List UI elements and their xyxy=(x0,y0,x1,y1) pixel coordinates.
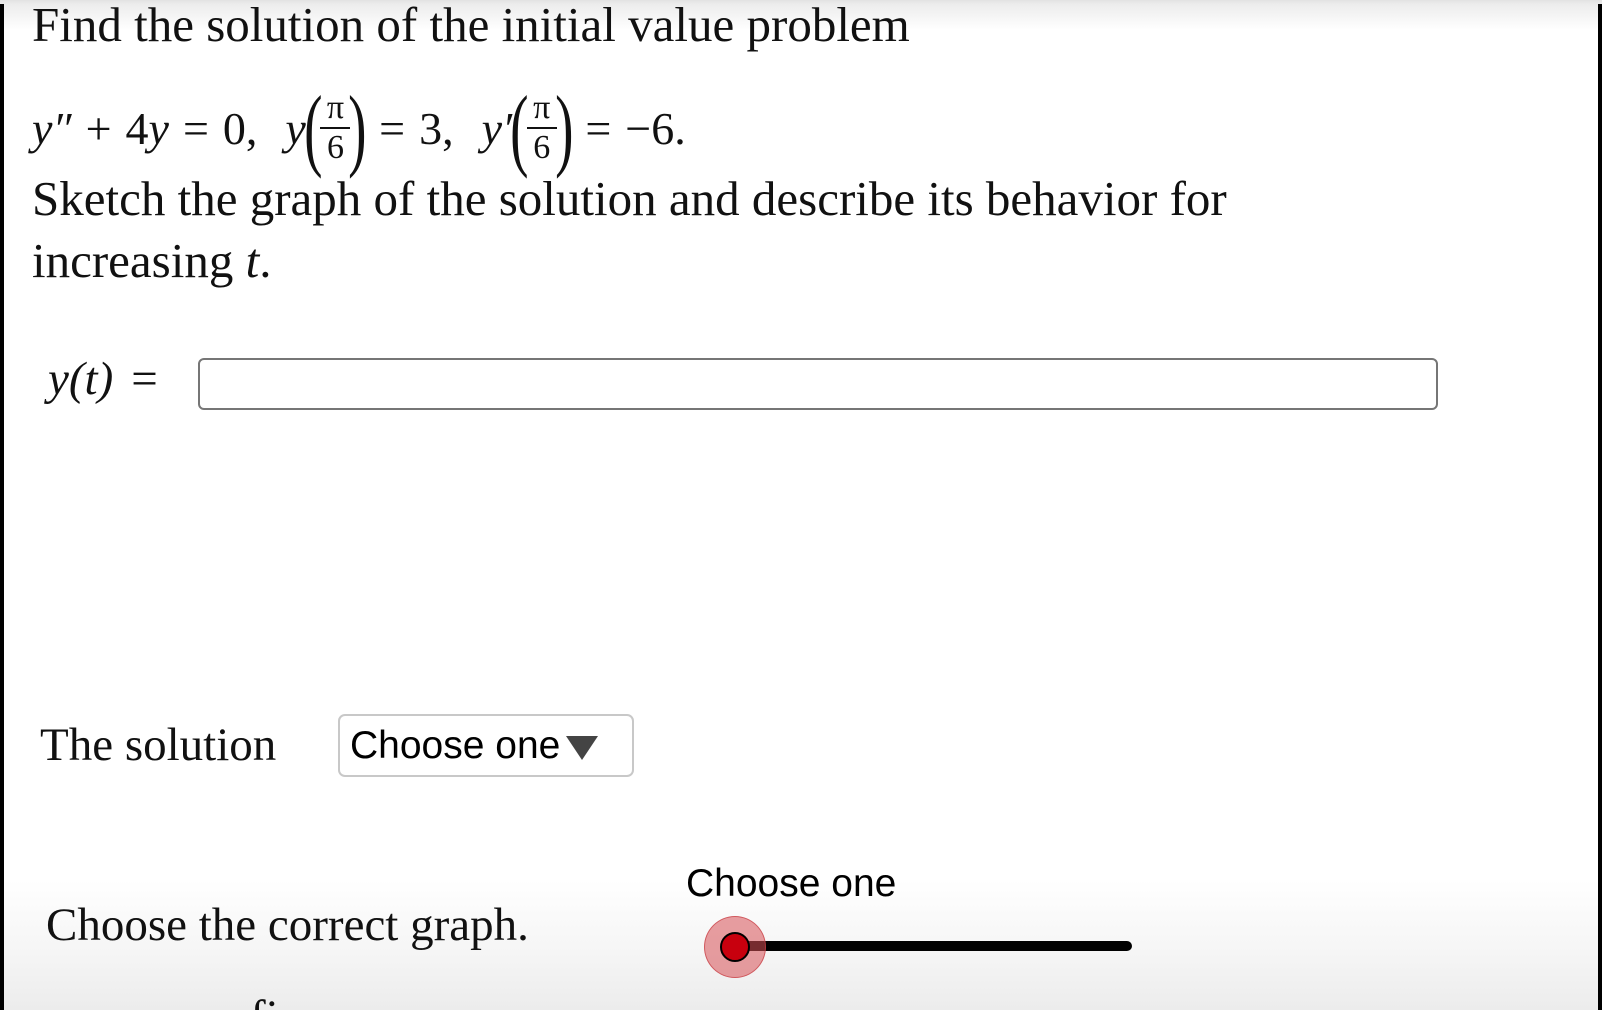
ode-coefficient: 4 xyxy=(125,102,149,154)
behavior-label: The solution xyxy=(40,719,277,771)
ic1-numerator: π xyxy=(326,89,345,126)
ode-equals: = xyxy=(182,102,209,154)
answer-row: y(t) = xyxy=(48,352,158,406)
behavior-select-value: Choose one xyxy=(350,723,561,767)
graph-choice-slider[interactable] xyxy=(704,912,1134,980)
instruction-period: . xyxy=(259,233,272,288)
question-instruction-continued: increasing t. xyxy=(32,232,271,289)
ode-y-double-prime: y″ xyxy=(32,102,72,154)
question-intro: Find the solution of the initial value p… xyxy=(32,0,910,52)
left-frame-border xyxy=(0,4,4,1010)
dropdown-caret-icon xyxy=(566,735,599,760)
ivp-equation: y″ + 4y = 0, y ( π 6 ) = 3, y′ ( π 6) =… xyxy=(32,78,686,178)
ode-plus: + xyxy=(85,102,112,154)
ic1-fraction: π 6 xyxy=(320,89,351,166)
clipped-content-below: fi xyxy=(250,994,279,1010)
variable-t: t xyxy=(245,233,260,288)
slider-knob[interactable] xyxy=(720,932,750,962)
ic1-right-paren: ) xyxy=(348,77,367,179)
ic2-left-paren: ( xyxy=(510,77,529,179)
ic2-denominator: 6 xyxy=(533,129,551,166)
answer-label: y(t) = xyxy=(48,352,158,406)
answer-label-function: y(t) xyxy=(48,353,114,405)
solution-input[interactable] xyxy=(198,358,1438,410)
ode-y: y xyxy=(148,102,169,154)
ic1-denominator: 6 xyxy=(326,129,344,166)
ic2-numerator: π xyxy=(533,89,551,126)
answer-label-equals: = xyxy=(131,353,158,405)
question-instruction: Sketch the graph of the solution and des… xyxy=(32,171,1227,226)
slider-track[interactable] xyxy=(734,941,1132,951)
ic1-value: 3, xyxy=(419,102,454,154)
behavior-select[interactable]: Choose one xyxy=(338,714,634,777)
problem-page: Find the solution of the initial value p… xyxy=(0,0,1602,1010)
ic2-value: −6. xyxy=(625,102,686,154)
ic2-equals: = xyxy=(585,102,612,154)
right-frame-border xyxy=(1598,4,1602,1010)
ic1-left-paren: ( xyxy=(303,77,323,179)
ic1-function: y xyxy=(285,102,306,154)
ic2-fraction: π 6 xyxy=(526,89,557,166)
graph-slider-caption: Choose one xyxy=(686,862,897,905)
ic1-equals: = xyxy=(379,102,406,154)
ic2-right-paren: ) xyxy=(554,77,574,179)
instruction-text: increasing xyxy=(32,233,246,288)
graph-choice-label: Choose the correct graph. xyxy=(46,899,529,951)
ic2-function: y′ xyxy=(481,102,513,154)
ode-rhs: 0, xyxy=(222,102,258,154)
